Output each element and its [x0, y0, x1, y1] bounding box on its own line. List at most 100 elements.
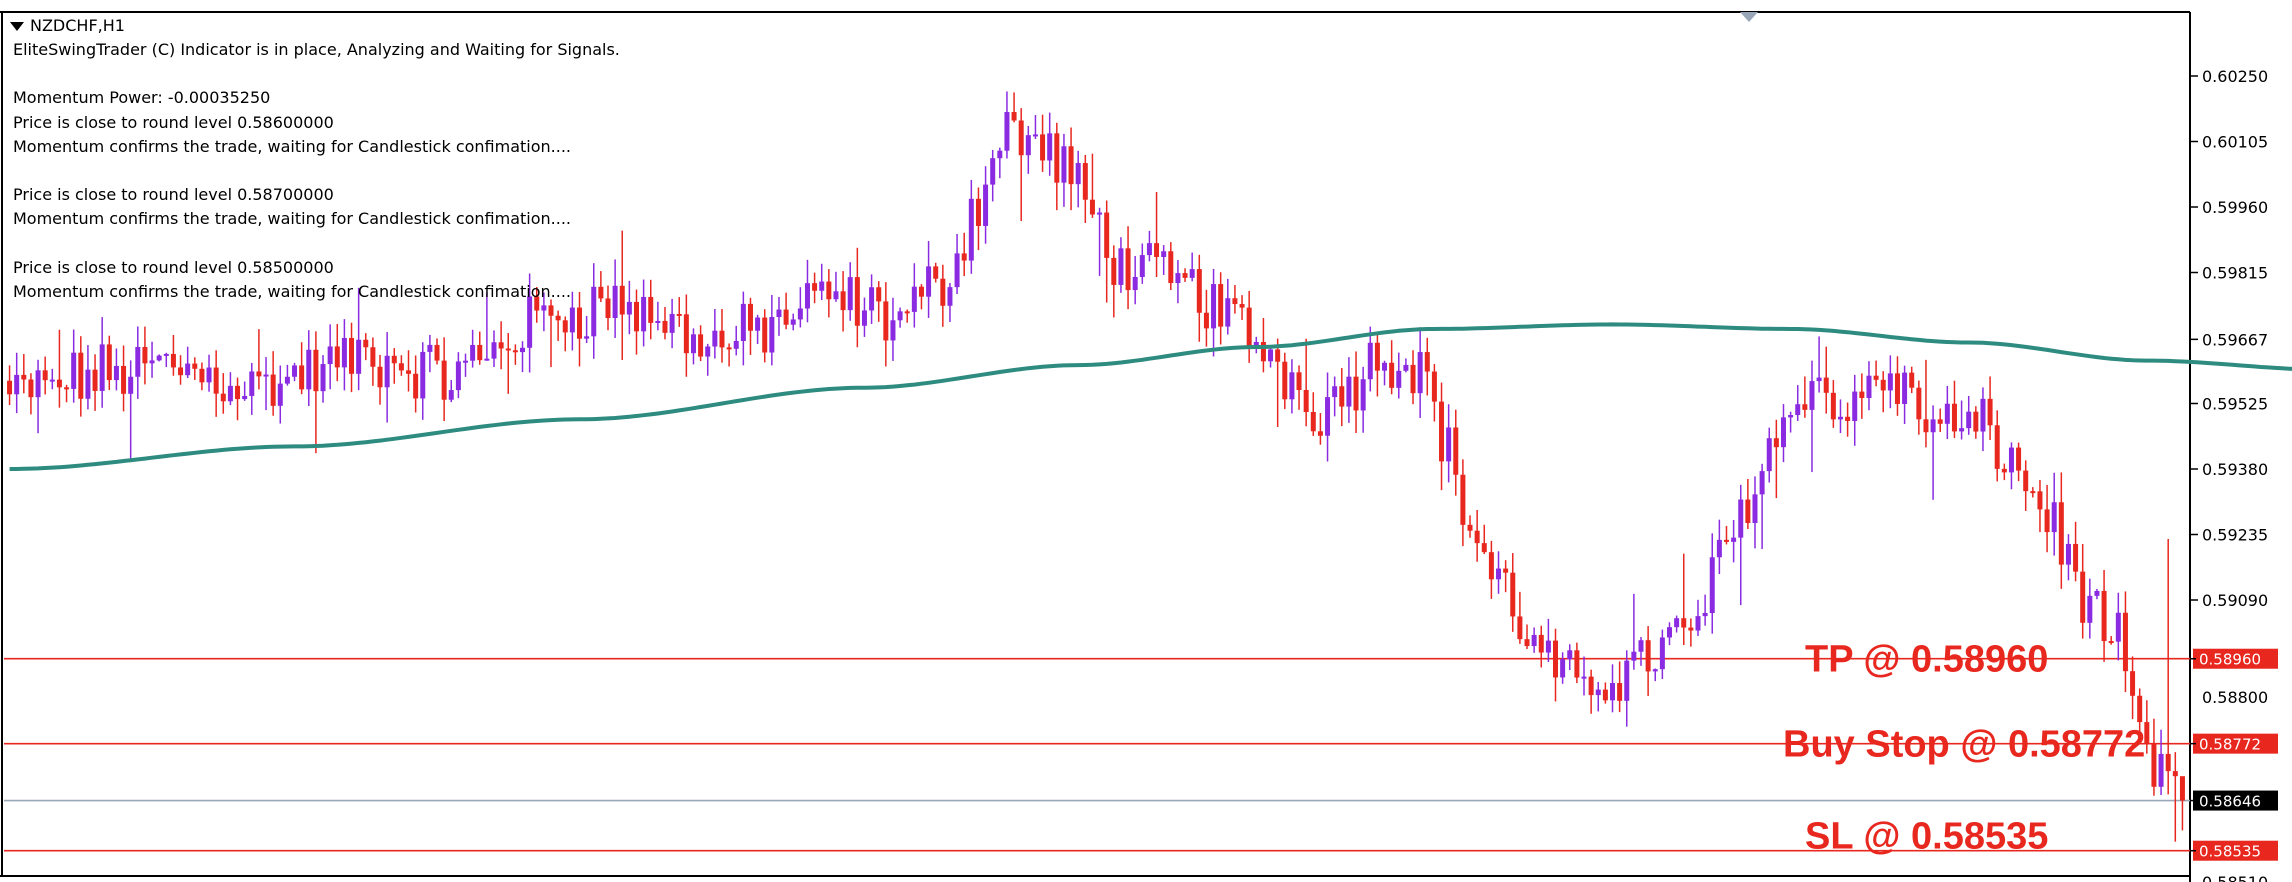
candle-body	[1645, 640, 1651, 672]
candle-body	[1111, 257, 1117, 285]
candle-body	[1916, 387, 1922, 420]
candle-body	[92, 369, 98, 391]
candle-body	[2037, 491, 2043, 510]
candle-body	[1225, 298, 1231, 327]
candle-body	[192, 363, 198, 369]
candle-body	[1104, 212, 1110, 258]
candle-body	[1780, 417, 1786, 448]
buy-stop-price-tag: 0.58772	[2190, 733, 2278, 754]
price-tick-label: 0.59235	[2202, 526, 2268, 545]
candle-body	[776, 309, 782, 318]
candle-body	[1581, 676, 1587, 679]
candle-body	[897, 311, 903, 321]
candle-body	[1951, 403, 1957, 432]
candle-body	[847, 277, 853, 311]
tp-label: TP @ 0.58960	[1805, 639, 2048, 681]
candle-body	[1374, 342, 1380, 371]
candle-body	[854, 277, 860, 326]
candle-body	[1652, 669, 1658, 672]
candle-body	[926, 266, 932, 297]
candle-body	[1061, 146, 1067, 183]
candle-body	[1845, 416, 1851, 421]
candle-body	[213, 367, 219, 394]
candle-body	[35, 370, 41, 398]
candle-body	[1182, 273, 1188, 278]
candle-body	[170, 353, 176, 368]
candle-body	[1196, 269, 1202, 313]
buy-stop-label: Buy Stop @ 0.58772	[1783, 724, 2145, 766]
candle-body	[698, 334, 704, 357]
candle-body	[584, 336, 590, 339]
candle-body	[683, 314, 689, 354]
candle-body	[498, 342, 504, 349]
candle-body	[270, 374, 276, 406]
candle-body	[206, 367, 212, 383]
candle-body	[2137, 695, 2143, 723]
candle-body	[904, 311, 910, 314]
candle-body	[2108, 641, 2114, 644]
candle-body	[2130, 671, 2136, 696]
candle-body	[1894, 373, 1900, 404]
candle-body	[990, 158, 996, 185]
candle-body	[441, 360, 447, 400]
candle-body	[1510, 572, 1516, 617]
candle-body	[1659, 637, 1665, 670]
candle-body	[740, 303, 746, 341]
candle-body	[2051, 502, 2057, 533]
candle-body	[954, 253, 960, 288]
candle-body	[1595, 689, 1601, 696]
candle-body	[1681, 618, 1687, 628]
candle-body	[370, 347, 376, 367]
candle-body	[2058, 502, 2064, 565]
candle-body	[1524, 639, 1530, 647]
candle-body	[641, 296, 647, 332]
candle-body	[71, 352, 77, 389]
candle-body	[49, 379, 55, 382]
candle-body	[1545, 640, 1551, 653]
candle-body	[819, 281, 825, 291]
chart-window: 0.60250 0.60105 0.59960 0.59815 0.59667 0.595…	[0, 0, 2292, 882]
candle-body	[655, 320, 661, 323]
candle-body	[1574, 650, 1580, 678]
candle-body	[1189, 269, 1195, 278]
candle-body	[1467, 524, 1473, 531]
candle-body	[1011, 112, 1017, 121]
symbol-title[interactable]: NZDCHF,H1	[10, 16, 125, 35]
candle-body	[135, 346, 141, 377]
candle-body	[1232, 298, 1238, 305]
candle-body	[463, 360, 469, 363]
candle-body	[555, 315, 561, 321]
price-tick-label-faded: 0.58800	[2202, 688, 2268, 707]
dropdown-triangle-icon[interactable]	[10, 22, 24, 31]
candle-body	[1987, 398, 1993, 426]
info-line: Price is close to round level 0.58600000	[13, 112, 334, 132]
candle-body	[676, 313, 682, 316]
candle-body	[1068, 146, 1074, 185]
candle-body	[1403, 364, 1409, 371]
candle-body	[1424, 352, 1430, 372]
candle-body	[719, 330, 725, 348]
candle-body	[1716, 539, 1722, 558]
candle-body	[1303, 389, 1309, 413]
candle-body	[1175, 273, 1181, 284]
candle-body	[306, 349, 312, 390]
candle-body	[420, 351, 426, 399]
candle-body	[1752, 494, 1758, 523]
candle-body	[398, 363, 404, 371]
candle-body	[1624, 660, 1630, 701]
chart-canvas[interactable]: 0.60250 0.60105 0.59960 0.59815 0.59667 0.595…	[0, 0, 2292, 882]
candle-body	[1738, 499, 1744, 538]
candle-body	[1909, 372, 1915, 388]
price-tick-label: 0.60105	[2202, 133, 2268, 152]
candle-body	[320, 364, 326, 392]
candle-body	[1674, 618, 1680, 628]
candle-body	[185, 363, 191, 376]
candle-body	[1296, 372, 1302, 390]
candle-body	[520, 347, 526, 353]
candle-body	[1930, 419, 1936, 433]
price-tick-label: 0.59090	[2202, 591, 2268, 610]
candle-body	[605, 298, 611, 318]
candle-body	[1830, 392, 1836, 420]
price-tag-label: 0.58772	[2199, 736, 2261, 754]
candle-body	[2087, 595, 2093, 623]
